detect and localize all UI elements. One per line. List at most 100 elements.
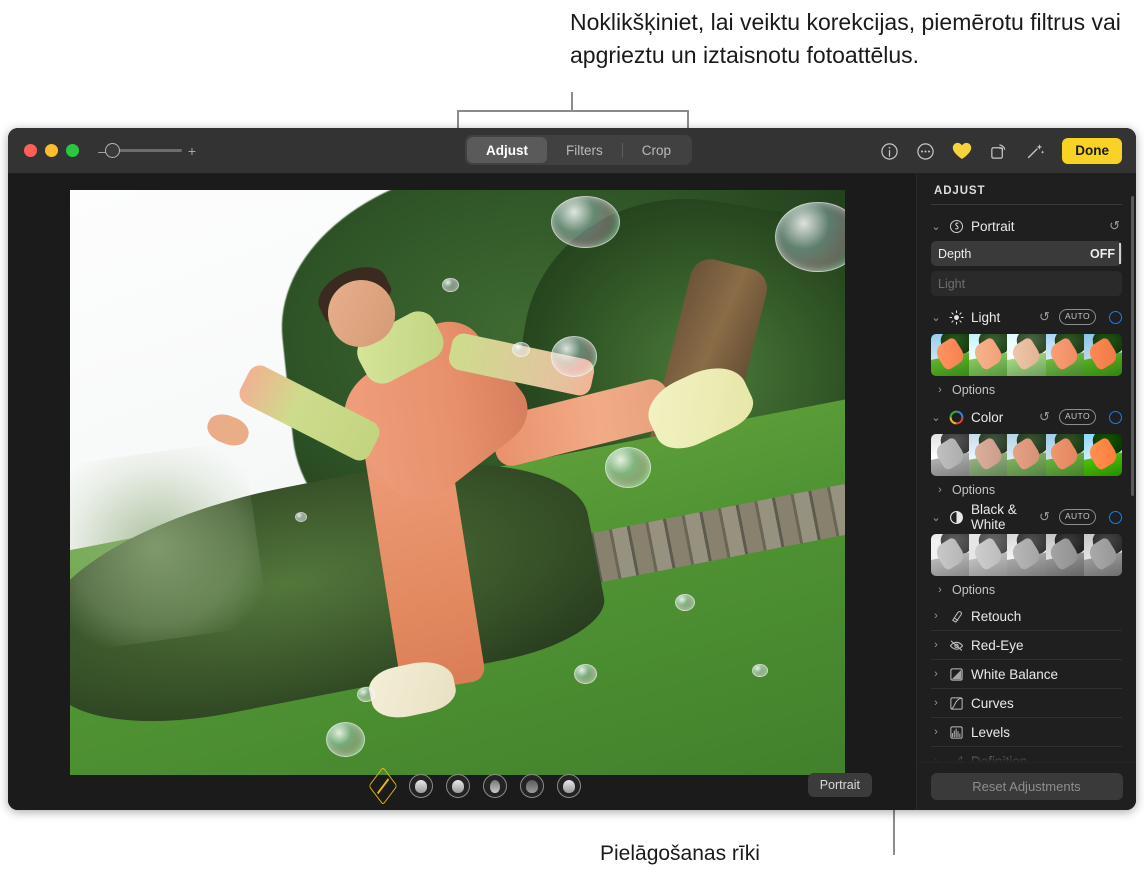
chevron-right-icon[interactable]: › — [931, 668, 941, 680]
photo-preview[interactable] — [70, 190, 845, 775]
sidebar-item-red-eye[interactable]: › Red-Eye — [931, 631, 1122, 660]
done-button[interactable]: Done — [1062, 137, 1122, 165]
light-variant-thumb[interactable] — [1083, 334, 1122, 376]
tab-filters[interactable]: Filters — [547, 137, 622, 163]
heart-icon[interactable] — [952, 142, 972, 160]
lighting-mode-natural-light-cube[interactable] — [368, 766, 398, 806]
sidebar-item-definition[interactable]: › Definition — [931, 747, 1122, 762]
light-options-row[interactable]: › Options — [931, 378, 1122, 402]
chevron-right-icon[interactable]: › — [935, 484, 945, 496]
sidebar-item-levels[interactable]: › Levels — [931, 718, 1122, 747]
black-white-variant-strip[interactable] — [931, 534, 1122, 576]
sidebar-item-label: Definition — [971, 753, 1028, 763]
light-toggle-ring[interactable] — [1109, 310, 1122, 324]
rotate-icon[interactable] — [989, 142, 1008, 161]
adjust-sidebar: ADJUST ⌄ Portrait ↺ Depth OFF Light ⌄ Li… — [916, 174, 1136, 810]
depth-slider-handle[interactable] — [1119, 243, 1121, 264]
black-white-toggle-ring[interactable] — [1109, 510, 1122, 524]
light-auto-button[interactable]: AUTO — [1058, 309, 1096, 325]
revert-icon[interactable]: ↺ — [1039, 309, 1050, 325]
black-white-auto-button[interactable]: AUTO — [1058, 509, 1096, 525]
edit-mode-segmented-control[interactable]: Adjust Filters Crop — [465, 135, 693, 165]
maximize-window-button[interactable] — [66, 144, 79, 157]
section-black-white-header[interactable]: ⌄ Black & White ↺ AUTO — [931, 502, 1122, 532]
portrait-head-icon — [490, 779, 500, 793]
color-variant-strip[interactable] — [931, 434, 1122, 476]
revert-icon[interactable]: ↺ — [1039, 509, 1050, 525]
zoom-slider-knob[interactable] — [105, 143, 120, 158]
chevron-right-icon[interactable]: › — [931, 755, 941, 762]
chevron-right-icon[interactable]: › — [935, 384, 945, 396]
color-variant-thumb[interactable] — [1083, 434, 1122, 476]
more-options-icon[interactable] — [916, 142, 935, 161]
black-white-variant-thumb[interactable] — [969, 534, 1008, 576]
light-variant-thumb[interactable] — [969, 334, 1008, 376]
chevron-right-icon[interactable]: › — [935, 584, 945, 596]
bandage-icon — [948, 608, 964, 624]
magic-wand-icon[interactable] — [1025, 141, 1045, 161]
window-controls — [24, 144, 79, 157]
section-light-header[interactable]: ⌄ Light ↺ AUTO — [931, 302, 1122, 332]
portrait-light-slider[interactable]: Light — [931, 271, 1122, 296]
reset-adjustments-button[interactable]: Reset Adjustments — [930, 773, 1123, 800]
sidebar-item-label: Red-Eye — [971, 637, 1024, 653]
zoom-slider[interactable]: – + — [97, 143, 197, 158]
portrait-badge[interactable]: Portrait — [807, 773, 872, 797]
info-icon[interactable] — [880, 142, 899, 161]
lighting-mode-studio-light[interactable] — [409, 774, 433, 798]
chevron-down-icon[interactable]: ⌄ — [931, 311, 941, 324]
editor-body: Portrait ADJUST ⌄ Portrait ↺ Depth OFF L… — [8, 174, 1136, 810]
chevron-right-icon[interactable]: › — [931, 639, 941, 651]
revert-icon[interactable]: ↺ — [1039, 409, 1050, 425]
cube-icon — [368, 766, 398, 806]
color-auto-button[interactable]: AUTO — [1058, 409, 1096, 425]
titlebar-right-tools: Done — [880, 128, 1122, 174]
lighting-mode-contour-light[interactable] — [446, 774, 470, 798]
black-white-options-row[interactable]: › Options — [931, 578, 1122, 602]
light-variant-thumb[interactable] — [931, 334, 970, 376]
chevron-right-icon[interactable]: › — [931, 726, 941, 738]
lighting-mode-high-key-light-mono[interactable] — [557, 774, 581, 798]
black-white-variant-thumb[interactable] — [1045, 534, 1084, 576]
portrait-depth-slider[interactable]: Depth OFF — [931, 241, 1122, 266]
light-variant-thumb-selected[interactable] — [1007, 334, 1046, 376]
sidebar-item-label: Retouch — [971, 608, 1022, 624]
eye-slash-icon — [948, 637, 964, 653]
chevron-right-icon[interactable]: › — [931, 697, 941, 709]
sidebar-item-retouch[interactable]: › Retouch — [931, 602, 1122, 631]
tab-crop[interactable]: Crop — [623, 137, 690, 163]
black-white-variant-thumb-selected[interactable] — [1007, 534, 1046, 576]
tab-adjust[interactable]: Adjust — [467, 137, 547, 163]
zoom-in-icon[interactable]: + — [187, 144, 197, 158]
lighting-mode-stage-light[interactable] — [483, 774, 507, 798]
light-variant-thumb[interactable] — [1045, 334, 1084, 376]
section-color-header[interactable]: ⌄ Color ↺ AUTO — [931, 402, 1122, 432]
section-portrait-header[interactable]: ⌄ Portrait ↺ — [931, 211, 1122, 241]
sidebar-item-white-balance[interactable]: › White Balance — [931, 660, 1122, 689]
sidebar-scrollbar[interactable] — [1131, 196, 1134, 496]
canvas-bottom-toolbar: Portrait — [8, 762, 916, 810]
minimize-window-button[interactable] — [45, 144, 58, 157]
color-variant-thumb[interactable] — [931, 434, 970, 476]
revert-icon[interactable]: ↺ — [1109, 218, 1120, 234]
portrait-lighting-modes[interactable] — [368, 766, 581, 806]
color-toggle-ring[interactable] — [1109, 410, 1122, 424]
color-variant-thumb-selected[interactable] — [1007, 434, 1046, 476]
adjust-sidebar-scroll[interactable]: ADJUST ⌄ Portrait ↺ Depth OFF Light ⌄ Li… — [917, 174, 1136, 762]
bubble — [550, 336, 597, 378]
black-white-variant-thumb[interactable] — [931, 534, 970, 576]
light-variant-strip[interactable] — [931, 334, 1122, 376]
screenshot-root: Noklikšķiniet, lai veiktu korekcijas, pi… — [0, 0, 1144, 878]
color-variant-thumb[interactable] — [969, 434, 1008, 476]
sidebar-item-curves[interactable]: › Curves — [931, 689, 1122, 718]
zoom-slider-track[interactable] — [105, 143, 182, 158]
black-white-variant-thumb[interactable] — [1083, 534, 1122, 576]
chevron-down-icon[interactable]: ⌄ — [931, 411, 941, 424]
color-options-row[interactable]: › Options — [931, 478, 1122, 502]
chevron-down-icon[interactable]: ⌄ — [931, 220, 941, 233]
lighting-mode-stage-light-mono[interactable] — [520, 774, 544, 798]
chevron-right-icon[interactable]: › — [931, 610, 941, 622]
close-window-button[interactable] — [24, 144, 37, 157]
color-variant-thumb[interactable] — [1045, 434, 1084, 476]
chevron-down-icon[interactable]: ⌄ — [931, 511, 941, 524]
